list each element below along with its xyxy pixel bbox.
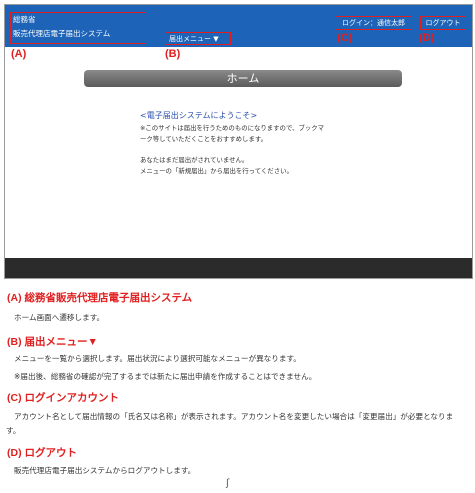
- desc-c-title: (C) ログインアカウント: [7, 392, 119, 404]
- marker-d: (D): [419, 32, 435, 44]
- app-footer: [5, 258, 472, 278]
- marker-b: (B): [165, 48, 181, 60]
- org-name: 総務省: [13, 15, 36, 24]
- notice-line-2: ーク等していただくことをおすすめします。: [140, 135, 267, 143]
- marker-a: (A): [11, 48, 27, 60]
- desc-b-text-2: ※届出後、総務省の確認が完了するまでは新たに届出申請を作成することはできません。: [14, 372, 317, 381]
- system-name: 販売代理店電子届出システム: [13, 29, 111, 38]
- login-account[interactable]: ログイン：通信太郎: [335, 16, 412, 30]
- app-screenshot: 総務省 販売代理店電子届出システム 届出メニュー ▼ ログイン：通信太郎 ログア…: [4, 4, 473, 279]
- home-link[interactable]: 総務省 販売代理店電子届出システム: [10, 12, 146, 44]
- desc-c-text: アカウント名として届出情報の「氏名又は名称」が表示されます。アカウント名を変更し…: [6, 412, 454, 435]
- report-menu-button[interactable]: 届出メニュー ▼: [165, 32, 231, 45]
- desc-b-text-1: メニューを一覧から選択します。届出状況により選択可能なメニューが異なります。: [14, 354, 301, 363]
- desc-d-title: (D) ログアウト: [7, 447, 77, 459]
- app-header: 総務省 販売代理店電子届出システム 届出メニュー ▼ ログイン：通信太郎 ログア…: [5, 5, 472, 47]
- desc-b-title: (B) 届出メニュー▼: [7, 336, 98, 348]
- desc-a-title: (A) 総務省販売代理店電子届出システム: [7, 292, 193, 304]
- decorative-mark: ʃ: [226, 478, 230, 489]
- desc-d-text: 販売代理店電子届出システムからログアウトします。: [14, 466, 196, 475]
- welcome-heading: <電子届出システムにようこそ>: [140, 111, 258, 120]
- notice-line-1: ※このサイトは届出を行うためのものになりますので、ブックマ: [140, 124, 325, 132]
- status-line-2: メニューの「新規届出」から届出を行ってください。: [140, 167, 293, 175]
- marker-c: (C): [337, 32, 353, 44]
- desc-a-text: ホーム画面へ遷移します。: [14, 313, 105, 322]
- logout-button[interactable]: ログアウト: [420, 16, 466, 30]
- status-line-1: あなたはまだ届出がされていません。: [140, 156, 249, 164]
- page-title: ホーム: [84, 70, 402, 87]
